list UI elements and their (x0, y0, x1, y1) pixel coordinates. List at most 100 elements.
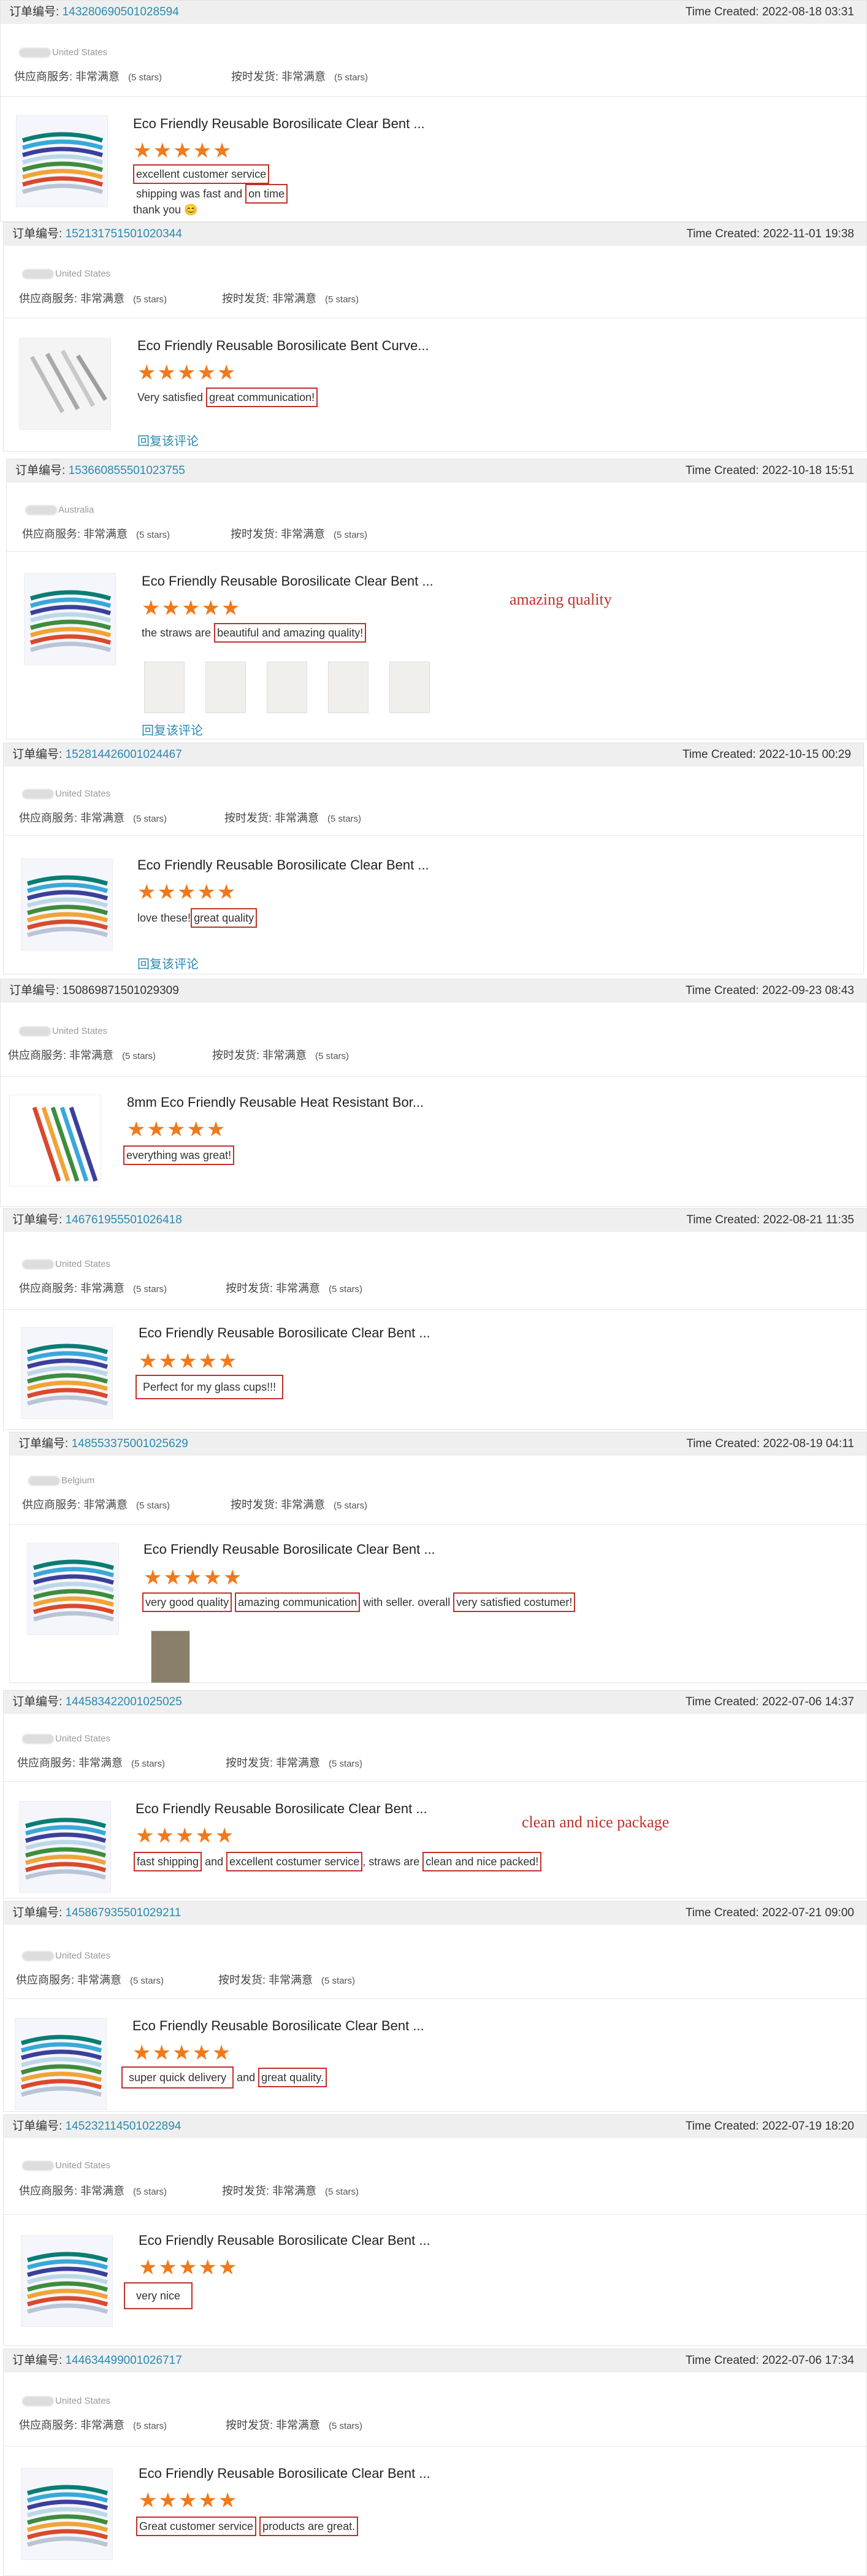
review-text: Perfect for my glass cups!!! (136, 1375, 284, 1399)
buyer-location: Belgium (28, 1475, 94, 1486)
order-number-link[interactable]: 144634499001026717 (66, 2354, 182, 2367)
product-thumbnail[interactable] (27, 1543, 119, 1635)
buyer-location: United States (22, 1259, 110, 1270)
on-time-delivery-rating: 按时发货: 非常满意 (5 stars) (226, 1757, 363, 1769)
reply-to-review-link[interactable]: 回复该评论 (137, 954, 199, 972)
review-text: everything was great! (123, 1145, 235, 1165)
reply-to-review-link[interactable]: 回复该评论 (142, 720, 203, 738)
review-card: 订单编号: 146761955501026418 Time Created: 2… (3, 1208, 867, 1430)
order-label: 订单编号: (9, 6, 59, 18)
product-title[interactable]: 8mm Eco Friendly Reusable Heat Resistant… (127, 1095, 424, 1110)
blurred-name (28, 1476, 60, 1486)
order-header: 订单编号: 1432806905010285​94 Time Created: … (1, 1, 866, 24)
review-card: 订单编号: 150869871501029309 Time Created: 2… (0, 979, 867, 1207)
product-title[interactable]: Eco Friendly Reusable Borosilicate Clear… (136, 1801, 427, 1817)
blurred-name (22, 1951, 54, 1962)
review-photo[interactable] (151, 1630, 190, 1683)
order-header: 订单编号: 148553375001025629 Time Created: 2… (10, 1432, 866, 1456)
star-rating: ★★★★★ (136, 1824, 235, 1848)
blurred-name (22, 2396, 54, 2407)
on-time-delivery-rating: 按时发货: 非常满意 (5 stars) (231, 71, 369, 83)
order-number-link[interactable]: 145867935501029211 (66, 1906, 181, 1919)
order-header: 订单编号: 152131751501020344 Time Created: 2… (4, 223, 866, 246)
blurred-name (22, 1259, 54, 1270)
product-title[interactable]: Eco Friendly Reusable Borosilicate Clear… (139, 1325, 430, 1341)
review-card: 订单编号: 144634499001026717 Time Created: 2… (3, 2349, 867, 2576)
order-number-link[interactable]: 150869871501029309 (63, 984, 179, 997)
order-number-link[interactable]: 148553375001025629 (72, 1437, 188, 1450)
blurred-name (19, 48, 51, 58)
review-photo[interactable] (328, 662, 369, 713)
review-photo[interactable] (144, 662, 185, 713)
review-text: shipping was fast and on time (136, 184, 288, 204)
product-title[interactable]: Eco Friendly Reusable Borosilicate Clear… (139, 2466, 430, 2482)
product-title[interactable]: Eco Friendly Reusable Borosilicate Clear… (139, 2233, 430, 2249)
product-thumbnail[interactable] (21, 858, 113, 950)
review-card: 订单编号: 144583422001025025 Time Created: 2… (3, 1690, 867, 1898)
order-number-link[interactable]: 153660855501023755 (69, 464, 185, 477)
product-title[interactable]: Eco Friendly Reusable Borosilicate Bent … (137, 338, 429, 354)
product-title[interactable]: Eco Friendly Reusable Borosilicate Clear… (143, 1542, 435, 1557)
product-title[interactable]: Eco Friendly Reusable Borosilicate Clear… (142, 573, 434, 589)
buyer-location: United States (22, 789, 110, 800)
review-text: thank you 😊 (133, 204, 198, 216)
supplier-service-rating: 供应商服务: 非常满意 (5 stars) (19, 292, 167, 305)
review-text: fast shipping and excellent costumer ser… (134, 1852, 542, 1871)
order-number-link[interactable]: 146761955501026418 (66, 1213, 182, 1226)
annotation-note: clean and nice package (522, 1813, 670, 1831)
order-header: 订单编号: 145232114501022894 Time Created: 2… (4, 2115, 866, 2138)
supplier-service-rating: 供应商服务: 非常满意 (5 stars) (19, 1282, 167, 1294)
product-thumbnail[interactable] (19, 338, 111, 430)
review-card: 订单编号: 153660855501023755 Time Created: 2… (6, 459, 867, 740)
order-number-link[interactable]: 145232114501022894 (66, 2120, 181, 2133)
on-time-delivery-rating: 按时发货: 非常满意 (5 stars) (226, 1282, 363, 1294)
review-photo[interactable] (267, 662, 307, 713)
review-card: 订单编号: 1432806905010285​94 Time Created: … (0, 0, 867, 222)
on-time-delivery-rating: 按时发货: 非常满意 (5 stars) (231, 1499, 368, 1511)
order-number-link[interactable]: 152131751501020344 (66, 227, 182, 240)
product-title[interactable]: Eco Friendly Reusable Borosilicate Clear… (137, 857, 429, 873)
product-thumbnail[interactable] (19, 1801, 111, 1893)
buyer-location: United States (22, 2160, 110, 2171)
product-thumbnail[interactable] (15, 2018, 107, 2110)
supplier-service-rating: 供应商服务: 非常满意 (5 stars) (19, 2185, 167, 2197)
order-header: 订单编号: 150869871501029309 Time Created: 2… (1, 979, 866, 1003)
blurred-name (25, 505, 57, 516)
reply-to-review-link[interactable]: 回复该评论 (137, 431, 199, 449)
product-title[interactable]: Eco Friendly Reusable Borosilicate Clear… (133, 116, 425, 132)
order-number-link[interactable]: 1432806905010285​94 (63, 6, 179, 18)
on-time-delivery-rating: 按时发货: 非常满意 (5 stars) (222, 292, 359, 305)
blurred-name (19, 1026, 51, 1037)
review-text: love these! great quality (137, 908, 258, 928)
product-thumbnail[interactable] (21, 2235, 113, 2327)
product-thumbnail[interactable] (9, 1095, 101, 1187)
product-thumbnail[interactable] (21, 2468, 113, 2560)
on-time-delivery-rating: 按时发货: 非常满意 (5 stars) (222, 2185, 359, 2197)
star-rating: ★★★★★ (137, 361, 237, 384)
star-rating: ★★★★★ (132, 2041, 232, 2065)
order-number-link[interactable]: 152814426001024467 (66, 748, 182, 761)
product-thumbnail[interactable] (16, 115, 108, 207)
order-number-link[interactable]: 144583422001025025 (66, 1695, 182, 1708)
on-time-delivery-rating: 按时发货: 非常满意 (5 stars) (218, 1974, 356, 1986)
annotation-note: amazing quality (510, 590, 612, 608)
blurred-name (22, 269, 54, 280)
supplier-service-rating: 供应商服务: 非常满意 (5 stars) (22, 528, 170, 540)
star-rating: ★★★★★ (139, 1350, 239, 1373)
product-thumbnail[interactable] (24, 573, 116, 665)
star-rating: ★★★★★ (137, 881, 237, 904)
product-thumbnail[interactable] (21, 1327, 113, 1419)
review-card: 订单编号: 152131751501020344 Time Created: 2… (3, 222, 867, 452)
review-text: excellent customer service (133, 164, 270, 184)
supplier-service-rating: 供应商服务: 非常满意 (5 stars) (19, 812, 167, 824)
review-card: 订单编号: 152814426001024467 Time Created: 2… (3, 743, 864, 974)
product-title[interactable]: Eco Friendly Reusable Borosilicate Clear… (132, 2018, 424, 2034)
review-photo[interactable] (389, 662, 430, 713)
order-header: 订单编号: 153660855501023755 Time Created: 2… (7, 459, 866, 483)
supplier-service-rating: 供应商服务: 非常满意 (5 stars) (22, 1499, 170, 1511)
review-card: 订单编号: 145867935501029211 Time Created: 2… (3, 1901, 867, 2112)
buyer-location: Australia (25, 505, 94, 516)
time-label: Time Created: (686, 6, 759, 18)
on-time-delivery-rating: 按时发货: 非常满意 (5 stars) (226, 2419, 363, 2431)
review-photo[interactable] (205, 662, 246, 713)
